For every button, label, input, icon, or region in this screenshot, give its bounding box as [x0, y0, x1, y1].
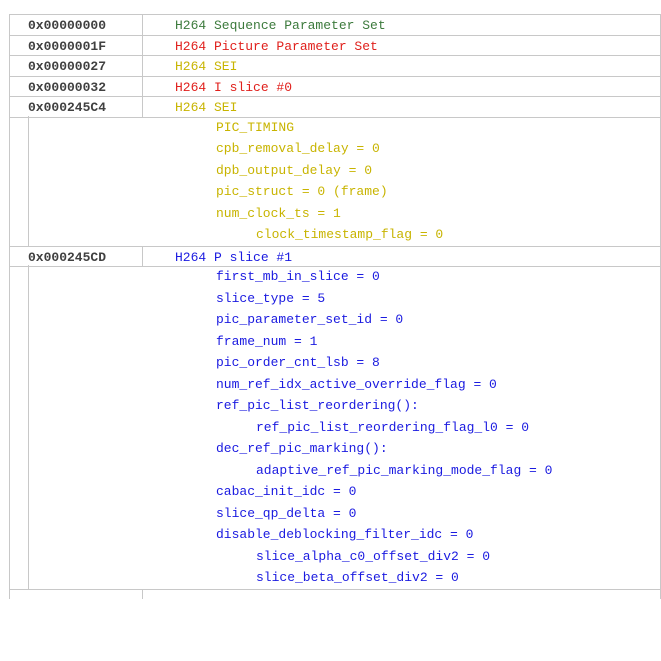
detail-text: disable_deblocking_filter_idc = 0	[216, 527, 474, 542]
detail-text: slice_beta_offset_div2 = 0	[256, 570, 459, 585]
detail-row: slice_alpha_c0_offset_div2 = 0	[9, 544, 661, 567]
detail-text: first_mb_in_slice = 0	[216, 269, 380, 284]
nal-type-label: H264 SEI	[175, 100, 238, 115]
detail-text: pic_order_cnt_lsb = 8	[216, 355, 380, 370]
nal-offset: 0x00000027	[28, 59, 107, 74]
detail-text: slice_alpha_c0_offset_div2 = 0	[256, 548, 491, 564]
column-divider	[142, 589, 143, 599]
detail-text: num_ref_idx_active_override_flag = 0	[216, 376, 497, 392]
detail-row: ref_pic_list_reordering():	[9, 394, 661, 417]
detail-row: cpb_removal_delay = 0	[9, 137, 661, 160]
nal-type-label: H264 Picture Parameter Set	[175, 38, 378, 54]
detail-text: cabac_init_idc = 0	[216, 484, 357, 499]
detail-text: num_clock_ts = 1	[216, 205, 341, 221]
nal-offset: 0x00000000	[28, 18, 107, 33]
detail-text: frame_num = 1	[216, 333, 318, 349]
detail-row: dec_ref_pic_marking():	[9, 437, 661, 460]
nal-offset: 0x000245CD	[28, 249, 107, 265]
detail-text: slice_qp_delta = 0	[216, 505, 357, 521]
detail-row: frame_num = 1	[9, 329, 661, 352]
detail-row: pic_struct = 0 (frame)	[9, 180, 661, 203]
column-divider	[142, 56, 143, 76]
detail-text: ref_pic_list_reordering():	[216, 398, 419, 413]
nal-offset: 0x00000032	[28, 79, 107, 95]
detail-row: ref_pic_list_reordering_flag_l0 = 0	[9, 415, 661, 438]
column-divider	[142, 76, 143, 96]
nal-offset: 0x0000001F	[28, 38, 107, 54]
column-divider	[142, 15, 143, 35]
detail-text: dpb_output_delay = 0	[216, 162, 373, 178]
detail-text: dec_ref_pic_marking():	[216, 441, 388, 456]
nal-type-label: H264 Sequence Parameter Set	[175, 18, 386, 33]
detail-row: dpb_output_delay = 0	[9, 158, 661, 181]
nal-type-label: H264 SEI	[175, 59, 238, 74]
column-divider	[142, 97, 143, 117]
detail-text: clock_timestamp_flag = 0	[256, 227, 444, 242]
detail-row: adaptive_ref_pic_marking_mode_flag = 0	[9, 458, 661, 481]
detail-row: first_mb_in_slice = 0	[9, 265, 661, 288]
detail-text: pic_struct = 0 (frame)	[216, 184, 388, 199]
nal-unit-tree: 0x00000000 H264 Sequence Parameter Set 0…	[9, 14, 661, 599]
detail-row: PIC_TIMING	[9, 115, 661, 138]
detail-row: pic_parameter_set_id = 0	[9, 308, 661, 331]
detail-text: PIC_TIMING	[216, 119, 295, 135]
nal-type-label: H264 I slice #0	[175, 79, 293, 95]
detail-text: adaptive_ref_pic_marking_mode_flag = 0	[256, 462, 553, 478]
detail-row: disable_deblocking_filter_idc = 0	[9, 523, 661, 546]
detail-text: pic_parameter_set_id = 0	[216, 312, 404, 327]
detail-row: slice_beta_offset_div2 = 0	[9, 566, 661, 589]
detail-text: cpb_removal_delay = 0	[216, 141, 380, 156]
nal-offset: 0x000245C4	[28, 100, 107, 115]
nal-row-i-slice[interactable]: 0x00000032 H264 I slice #0	[9, 75, 661, 97]
detail-row: slice_type = 5	[9, 286, 661, 309]
detail-row: clock_timestamp_flag = 0	[9, 223, 661, 246]
detail-text: ref_pic_list_reordering_flag_l0 = 0	[256, 419, 530, 435]
nal-row-sps[interactable]: 0x00000000 H264 Sequence Parameter Set	[9, 14, 661, 36]
detail-row: cabac_init_idc = 0	[9, 480, 661, 503]
nal-type-label: H264 P slice #1	[175, 249, 293, 265]
column-divider	[142, 35, 143, 55]
detail-row: slice_qp_delta = 0	[9, 501, 661, 524]
detail-row: num_clock_ts = 1	[9, 201, 661, 224]
column-divider	[142, 246, 143, 266]
detail-row: num_ref_idx_active_override_flag = 0	[9, 372, 661, 395]
nal-row-sei-expanded[interactable]: 0x000245C4 H264 SEI	[9, 96, 661, 118]
nal-row-sei[interactable]: 0x00000027 H264 SEI	[9, 55, 661, 77]
detail-text: slice_type = 5	[216, 290, 326, 306]
nal-row-pps[interactable]: 0x0000001F H264 Picture Parameter Set	[9, 34, 661, 56]
detail-row: pic_order_cnt_lsb = 8	[9, 351, 661, 374]
nal-row-p-slice-expanded[interactable]: 0x000245CD H264 P slice #1	[9, 245, 661, 267]
nal-row-next-partial[interactable]	[9, 588, 661, 599]
